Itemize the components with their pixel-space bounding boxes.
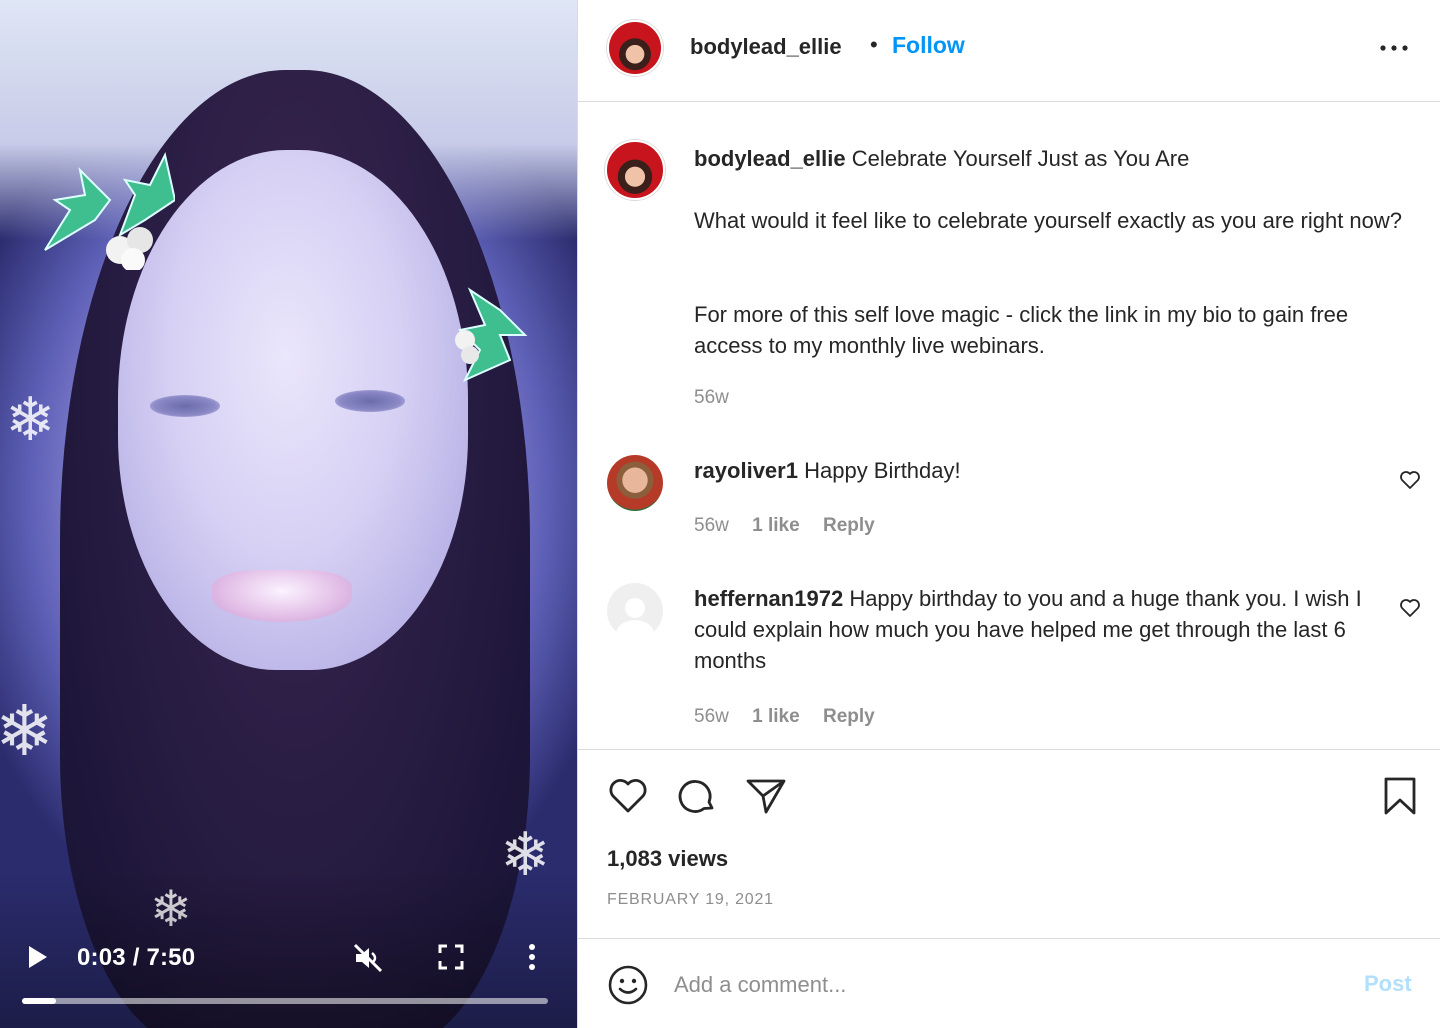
post-header: bodylead_ellie • Follow (578, 0, 1440, 102)
caption-avatar[interactable] (605, 140, 665, 200)
header-separator: • (870, 32, 878, 57)
divider (578, 938, 1440, 939)
add-comment-input[interactable] (674, 963, 1334, 1007)
bookmark-icon[interactable] (1378, 774, 1422, 818)
comments-section: bodylead_ellie Celebrate Yourself Just a… (578, 103, 1440, 748)
video-player[interactable]: ❄ ❄ ❄ ❄ 0:03 / 7:50 (0, 0, 577, 1028)
comment-meta: 56w 1 like Reply (694, 706, 893, 728)
author-avatar[interactable] (607, 20, 663, 76)
caption-age: 56w (694, 387, 729, 408)
comment-line: rayoliver1 Happy Birthday! (694, 455, 1394, 486)
comment-age: 56w (694, 706, 729, 727)
commenter-avatar[interactable] (607, 455, 663, 511)
holly-sticker-small-icon (455, 287, 528, 383)
comment-username[interactable]: heffernan1972 (694, 586, 843, 611)
comment-like-heart-icon[interactable] (1398, 468, 1422, 492)
holly-sticker-icon (44, 152, 175, 270)
fullscreen-icon[interactable] (438, 944, 464, 970)
commenter-avatar-default[interactable] (607, 583, 663, 639)
divider (578, 749, 1440, 750)
comment-text: Happy Birthday! (804, 458, 961, 483)
post-dialog: ❄ ❄ ❄ ❄ 0:03 / 7:50 (0, 0, 1440, 1028)
comment-bubble-icon[interactable] (676, 774, 720, 818)
snowflake-icon: ❄ (5, 385, 56, 455)
video-progress-fill (22, 998, 56, 1004)
comment-likes[interactable]: 1 like (752, 706, 800, 727)
comment-meta: 56w 1 like Reply (694, 515, 893, 537)
comment-reply-button[interactable]: Reply (823, 515, 875, 536)
video-eye-left (150, 395, 220, 417)
post-panel: bodylead_ellie • Follow bodylead_ellie C… (577, 0, 1440, 1028)
follow-button[interactable]: Follow (892, 32, 965, 59)
comment-age: 56w (694, 515, 729, 536)
caption-username[interactable]: bodylead_ellie (694, 146, 846, 171)
default-avatar-body (616, 619, 654, 639)
smiley-icon[interactable] (607, 964, 649, 1006)
comment-username[interactable]: rayoliver1 (694, 458, 798, 483)
author-username[interactable]: bodylead_ellie (690, 34, 842, 60)
comment-like-heart-icon[interactable] (1398, 596, 1422, 620)
video-controls: 0:03 / 7:50 (0, 918, 577, 1028)
comment-line: heffernan1972 Happy birthday to you and … (694, 583, 1384, 676)
caption-paragraph-2: For more of this self love magic - click… (694, 302, 1349, 358)
caption-title: Celebrate Yourself Just as You Are (851, 146, 1190, 171)
video-mouth (212, 570, 352, 622)
default-avatar-head (625, 597, 645, 618)
horizontal-ellipsis-icon[interactable] (1378, 36, 1410, 60)
comment-likes[interactable]: 1 like (752, 515, 800, 536)
heart-icon[interactable] (606, 774, 650, 818)
post-comment-button[interactable]: Post (1364, 971, 1412, 997)
comment-reply-button[interactable]: Reply (823, 706, 875, 727)
video-time: 0:03 / 7:50 (77, 944, 196, 971)
vertical-ellipsis-icon[interactable] (524, 942, 540, 972)
post-date[interactable]: FEBRUARY 19, 2021 (607, 891, 774, 909)
caption-paragraph-1: What would it feel like to celebrate you… (694, 208, 1403, 233)
paper-plane-icon[interactable] (744, 774, 788, 818)
caption-title-line: bodylead_ellie Celebrate Yourself Just a… (694, 143, 1394, 174)
video-eye-right (335, 390, 405, 412)
caption-meta: 56w (694, 387, 747, 409)
view-count[interactable]: 1,083 views (607, 846, 728, 872)
play-icon[interactable] (26, 943, 50, 971)
snowflake-icon: ❄ (0, 690, 54, 772)
video-progress-bar[interactable] (22, 998, 548, 1004)
muted-speaker-icon[interactable] (352, 942, 384, 974)
